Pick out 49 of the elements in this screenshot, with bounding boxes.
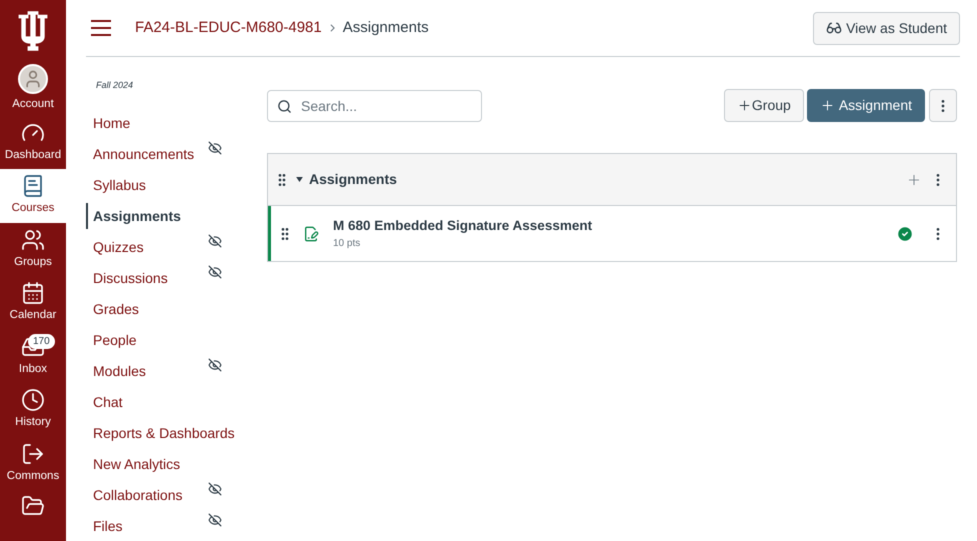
course-nav-link[interactable]: Collaborations	[86, 482, 182, 508]
assignment-row[interactable]: M 680 Embedded Signature Assessment 10 pts	[268, 206, 956, 261]
course-nav-link[interactable]: Discussions	[86, 265, 168, 291]
global-nav-item[interactable]: 170 Inbox	[0, 330, 66, 383]
global-nav-item[interactable]: Courses	[0, 169, 66, 222]
glasses-icon	[826, 20, 842, 36]
course-nav-link[interactable]: Grades	[86, 296, 139, 322]
chevron-right-icon	[330, 24, 335, 32]
search-icon	[277, 98, 292, 114]
course-nav-link[interactable]: People	[86, 327, 137, 353]
menu-icon[interactable]	[91, 20, 111, 36]
global-nav-item[interactable]: Account	[0, 62, 66, 116]
add-assignment-button[interactable]: Assignment	[806, 89, 925, 122]
course-nav-link[interactable]: Files	[86, 513, 123, 539]
course-nav-link[interactable]: Syllabus	[86, 172, 146, 198]
assignment-points: 10 pts	[333, 237, 362, 252]
course-nav-link[interactable]: Reports & Dashboards	[86, 420, 235, 446]
groups-icon	[21, 228, 45, 252]
global-nav-item[interactable]: Groups	[0, 222, 66, 276]
search-field[interactable]: Search...	[267, 90, 482, 122]
course-nav-link[interactable]: Chat	[86, 389, 123, 415]
calendar-icon	[21, 281, 45, 306]
plus-icon	[820, 98, 835, 113]
global-nav-item[interactable]: Commons	[0, 436, 66, 490]
plus-icon	[736, 98, 752, 113]
clock-icon	[21, 388, 45, 412]
add-group-button[interactable]: Group	[724, 89, 804, 122]
breadcrumb-link[interactable]: FA24-BL-EDUC-M680-4981	[135, 16, 322, 40]
global-nav-item[interactable]: Calendar	[0, 276, 66, 330]
published-check-icon[interactable]	[896, 224, 914, 242]
collapse-caret-icon[interactable]	[296, 177, 303, 182]
breadcrumb-current: Assignments	[342, 18, 429, 38]
course-nav-link[interactable]: Quizzes	[86, 234, 144, 260]
course-nav-link[interactable]: New Analytics	[86, 451, 180, 477]
term-label: Fall 2024	[96, 79, 134, 92]
group-title: Assignments	[309, 170, 397, 189]
course-nav-link[interactable]: Announcements	[86, 141, 194, 167]
assignment-title[interactable]: M 680 Embedded Signature Assessment	[333, 216, 592, 236]
global-nav-item[interactable]: History	[0, 383, 66, 436]
course-nav-link[interactable]: Home	[86, 110, 130, 136]
course-nav-link[interactable]: Assignments	[86, 203, 181, 229]
assignment-icon	[303, 226, 319, 242]
book-icon	[21, 174, 45, 198]
global-nav-item[interactable]: Dashboard	[0, 116, 66, 169]
folder-icon[interactable]	[21, 494, 45, 518]
course-nav-link[interactable]: Modules	[86, 358, 146, 384]
avatar	[18, 64, 48, 94]
view-as-student-button[interactable]: View as Student	[813, 12, 960, 44]
unread-count-badge: 170	[28, 334, 55, 348]
